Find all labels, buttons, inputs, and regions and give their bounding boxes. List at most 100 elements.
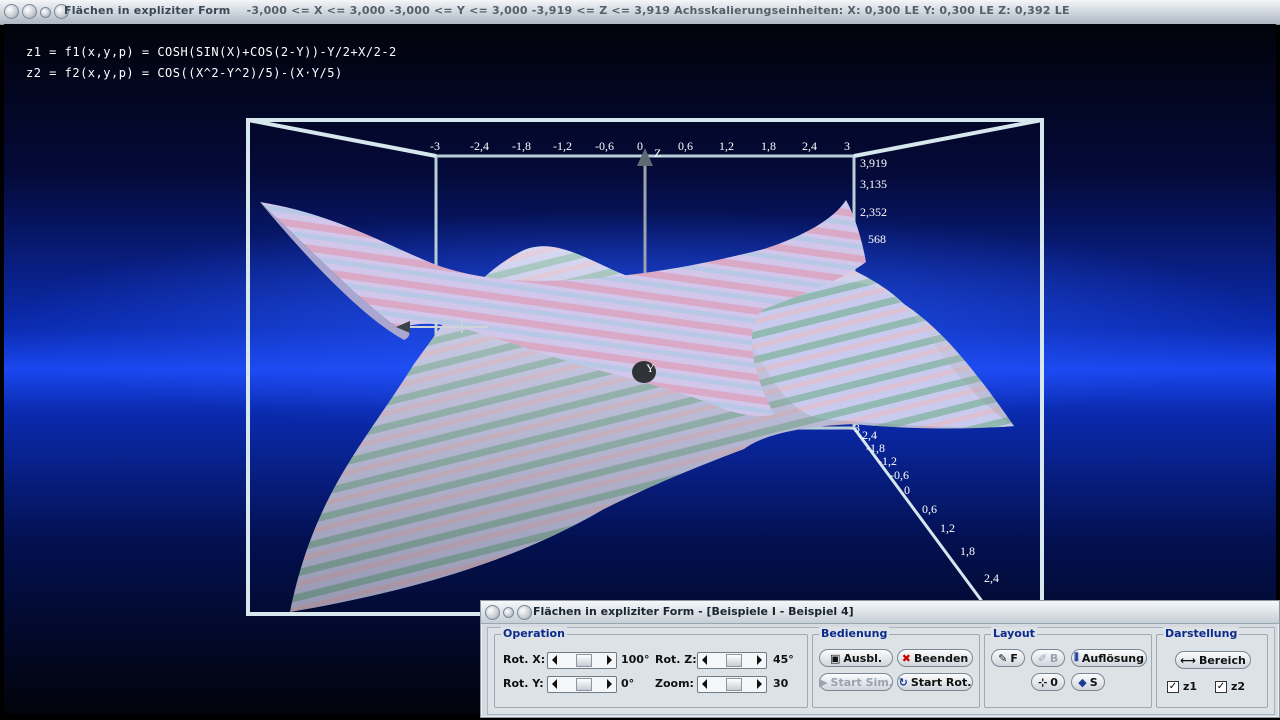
origin-label: 0 — [1050, 675, 1058, 689]
group-bedienung: Bedienung ▣ Ausbl. ✖ Beenden ▶ Start Sim… — [812, 627, 980, 708]
x-tick: -1,8 — [512, 139, 531, 153]
z2-checkbox[interactable]: ✓ — [1215, 681, 1227, 693]
minimize-button[interactable] — [22, 4, 37, 19]
y-tick: -1,8 — [866, 441, 885, 455]
background-button[interactable]: ✐ B — [1031, 649, 1065, 667]
y-axis-ticks: -3 -2,4 -1,8 -1,2 -0,6 0 0,6 1,2 1,8 2,4 — [850, 421, 999, 585]
grid-icon: ⦀ — [1074, 651, 1079, 664]
control-panel-titlebar[interactable]: Flächen in expliziter Form - [Beispiele … — [481, 601, 1279, 624]
y-tick: -1,2 — [878, 454, 897, 468]
beenden-button[interactable]: ✖ Beenden — [897, 649, 973, 667]
start-rot-label: Start Rot. — [910, 675, 972, 689]
brush-icon: ✐ — [1037, 651, 1047, 665]
rot-z-value: 45° — [773, 653, 794, 666]
panel-menu-button[interactable] — [485, 605, 500, 620]
x-tick: -2,4 — [470, 139, 489, 153]
rot-y-slider[interactable] — [547, 676, 617, 693]
arrow-left-icon[interactable] — [702, 655, 707, 665]
start-sim-button[interactable]: ▶ Start Sim. — [819, 673, 893, 691]
x-tick: -0,6 — [595, 139, 614, 153]
bereich-button[interactable]: ⟷ Bereich — [1175, 651, 1251, 669]
zoom-label: Zoom: — [655, 677, 694, 690]
font-label: F — [1010, 651, 1018, 665]
panel-window-controls — [485, 605, 532, 620]
x-axis-ticks: -3 -2,4 -1,8 -1,2 -0,6 0 0,6 1,2 1,8 2,4… — [430, 139, 850, 153]
slider-thumb[interactable] — [576, 678, 592, 691]
control-panel-title: Flächen in expliziter Form - [Beispiele … — [533, 605, 854, 618]
x-tick: -1,2 — [553, 139, 572, 153]
restore-button[interactable] — [40, 7, 51, 18]
y-tick: 1,2 — [940, 521, 955, 535]
group-layout: Layout ✎ F ✐ B ⦀ Auflösung ⊹ 0 ◆ S — [984, 627, 1152, 708]
arrow-left-icon[interactable] — [702, 679, 707, 689]
slider-thumb[interactable] — [726, 678, 742, 691]
z-axis: Z — [637, 146, 661, 282]
slider-thumb[interactable] — [576, 654, 592, 667]
crosshair-icon: ⊹ — [1038, 675, 1048, 689]
close-icon: ✖ — [901, 651, 911, 665]
arrow-right-icon[interactable] — [607, 655, 612, 665]
panel-close-button[interactable] — [517, 605, 532, 620]
start-rot-button[interactable]: ↻ Start Rot. — [897, 673, 973, 691]
zoom-value: 30 — [773, 677, 789, 690]
y-tick: -0,6 — [890, 468, 909, 482]
layout-heading: Layout — [991, 627, 1037, 640]
window-controls — [4, 4, 69, 19]
ausblenden-label: Ausbl. — [843, 651, 883, 665]
x-tick: 2,4 — [802, 139, 817, 153]
z-tick: 3,919 — [860, 156, 887, 170]
operation-heading: Operation — [501, 627, 567, 640]
rot-z-slider[interactable] — [697, 652, 767, 669]
x-tick: 0 — [637, 139, 643, 153]
x-tick: 0,6 — [678, 139, 693, 153]
arrow-right-icon[interactable] — [607, 679, 612, 689]
rot-y-label: Rot. Y: — [503, 677, 544, 690]
z1-checkbox-label: z1 — [1183, 680, 1198, 693]
rot-z-label: Rot. Z: — [655, 653, 697, 666]
rotate-icon: ↻ — [898, 675, 908, 689]
x-tick: 3 — [844, 139, 850, 153]
style-label: S — [1089, 675, 1098, 689]
window-menu-button[interactable] — [4, 4, 19, 19]
pen-icon: ✎ — [998, 651, 1008, 665]
control-panel-window: Flächen in expliziter Form - [Beispiele … — [480, 600, 1280, 718]
background-label: B — [1049, 651, 1059, 665]
style-button[interactable]: ◆ S — [1071, 673, 1105, 691]
arrow-left-icon[interactable] — [552, 655, 557, 665]
arrow-right-icon[interactable] — [757, 655, 762, 665]
x-tick: 1,8 — [761, 139, 776, 153]
z1-checkbox[interactable]: ✓ — [1167, 681, 1179, 693]
x-tick: 1,2 — [719, 139, 734, 153]
start-sim-label: Start Sim. — [830, 675, 893, 689]
slider-thumb[interactable] — [726, 654, 742, 667]
z-tick: 2,352 — [860, 205, 887, 219]
panel-minimize-button[interactable] — [503, 607, 514, 618]
y-tick: 0,6 — [922, 502, 937, 516]
font-button[interactable]: ✎ F — [991, 649, 1025, 667]
bereich-label: Bereich — [1198, 653, 1246, 667]
paint-icon: ◆ — [1078, 675, 1087, 689]
z-axis-label: Z — [654, 146, 661, 160]
y-axis-label: Y — [646, 361, 655, 375]
zoom-slider[interactable] — [697, 676, 767, 693]
group-darstellung: Darstellung ⟷ Bereich ✓ z1 ✓ z2 — [1156, 627, 1268, 708]
y-tick: 1,8 — [960, 544, 975, 558]
aufloesung-button[interactable]: ⦀ Auflösung — [1071, 649, 1147, 667]
rot-x-label: Rot. X: — [503, 653, 546, 666]
origin-button[interactable]: ⊹ 0 — [1031, 673, 1065, 691]
x-tick: -3 — [430, 139, 440, 153]
arrow-left-icon[interactable] — [552, 679, 557, 689]
ausblenden-button[interactable]: ▣ Ausbl. — [819, 649, 893, 667]
arrow-right-icon[interactable] — [757, 679, 762, 689]
rot-x-value: 100° — [621, 653, 650, 666]
z-tick: 568 — [868, 232, 886, 246]
main-titlebar[interactable]: Flächen in expliziter Form -3,000 <= X <… — [0, 0, 1280, 25]
window-title-name: Flächen in expliziter Form — [64, 4, 231, 17]
aufloesung-label: Auflösung — [1081, 651, 1144, 665]
monitor-icon: ▣ — [829, 651, 841, 665]
range-icon: ⟷ — [1180, 653, 1196, 667]
rot-x-slider[interactable] — [547, 652, 617, 669]
y-tick: 2,4 — [984, 571, 999, 585]
darstellung-heading: Darstellung — [1163, 627, 1240, 640]
y-tick: -2,4 — [858, 428, 877, 442]
